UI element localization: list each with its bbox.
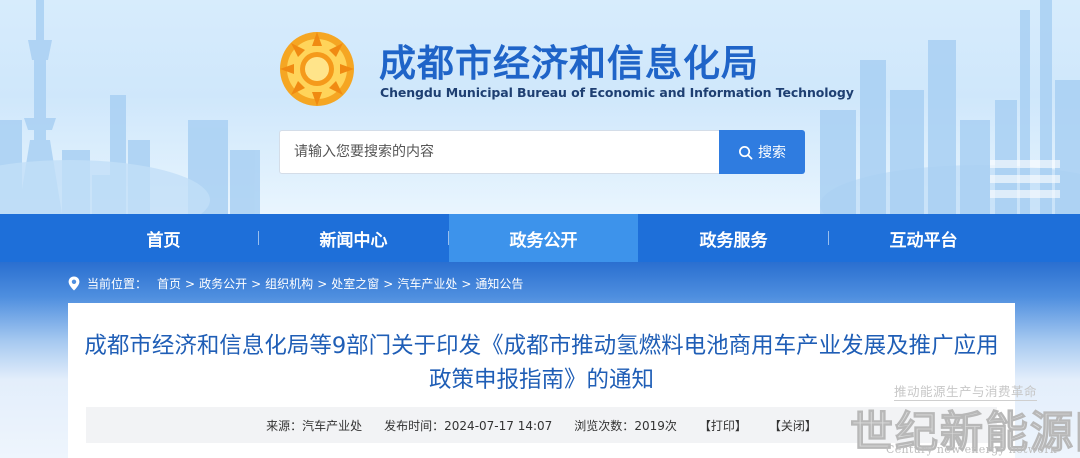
- site-title: 成都市经济和信息化局: [379, 42, 759, 85]
- main-nav: 首页 新闻中心 政务公开 政务服务 互动平台: [0, 214, 1080, 262]
- breadcrumb-label: 当前位置：: [87, 277, 148, 291]
- source-label: 来源：: [266, 418, 303, 433]
- breadcrumb-separator: >: [461, 276, 472, 291]
- search-button[interactable]: 搜索: [719, 130, 805, 174]
- article-date: 发布时间：2024-07-17 14:07: [384, 417, 552, 434]
- print-button[interactable]: 【打印】: [699, 417, 747, 434]
- breadcrumb-auto-industry[interactable]: 汽车产业处: [397, 275, 457, 292]
- source-value: 汽车产业处: [302, 418, 363, 433]
- nav-item-interaction[interactable]: 互动平台: [829, 214, 1018, 262]
- breadcrumb-separator: >: [383, 276, 394, 291]
- header-banner: 成都市经济和信息化局 Chengdu Municipal Bureau of E…: [0, 0, 1080, 214]
- sunbird-logo-icon: [280, 32, 354, 106]
- watermark-english: Century new energy network: [886, 443, 1057, 456]
- breadcrumb-department-window[interactable]: 处室之窗: [331, 275, 379, 292]
- nav-item-home[interactable]: 首页: [69, 214, 258, 262]
- article-source: 来源：汽车产业处: [266, 417, 362, 434]
- site-subtitle: Chengdu Municipal Bureau of Economic and…: [380, 85, 854, 100]
- nav-item-gov-services[interactable]: 政务服务: [639, 214, 828, 262]
- article-title: 成都市经济和信息化局等9部门关于印发《成都市推动氢燃料电池商用车产业发展及推广应…: [84, 333, 999, 393]
- article-views: 浏览次数：2019次: [574, 417, 677, 434]
- close-button[interactable]: 【关闭】: [769, 417, 817, 434]
- search-button-label: 搜索: [758, 145, 786, 161]
- breadcrumb-separator: >: [185, 276, 196, 291]
- breadcrumb-gov-affairs[interactable]: 政务公开: [199, 275, 247, 292]
- search-icon: [739, 145, 753, 159]
- nav-item-news[interactable]: 新闻中心: [259, 214, 448, 262]
- breadcrumb-organization[interactable]: 组织机构: [265, 275, 313, 292]
- date-value: 2024-07-17 14:07: [444, 418, 553, 433]
- views-value: 2019次: [634, 418, 677, 433]
- breadcrumb-home[interactable]: 首页: [157, 275, 181, 292]
- breadcrumb-notices[interactable]: 通知公告: [475, 275, 523, 292]
- nav-item-gov-affairs[interactable]: 政务公开: [449, 214, 638, 262]
- location-pin-icon: [68, 276, 80, 291]
- breadcrumb: 当前位置： 首页 > 政务公开 > 组织机构 > 处室之窗 > 汽车产业处 > …: [68, 275, 523, 292]
- breadcrumb-separator: >: [251, 276, 262, 291]
- date-label: 发布时间：: [384, 418, 445, 433]
- search-input[interactable]: [294, 131, 719, 173]
- breadcrumb-separator: >: [317, 276, 328, 291]
- views-label: 浏览次数：: [574, 418, 635, 433]
- search-field[interactable]: [279, 130, 719, 174]
